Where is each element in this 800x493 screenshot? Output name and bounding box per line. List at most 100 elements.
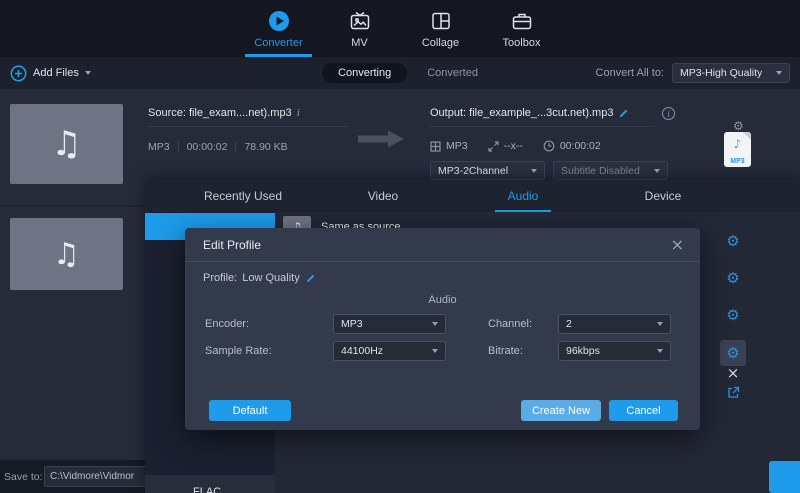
profile-label: Profile: bbox=[203, 272, 237, 284]
tab-converter[interactable]: Converter bbox=[238, 0, 319, 57]
nav-tabs: Converter MV Collage bbox=[238, 0, 562, 57]
add-files-button[interactable]: Add Files bbox=[10, 57, 91, 89]
tab-collage-label: Collage bbox=[422, 37, 459, 49]
mp3-file-icon-label: MP3 bbox=[724, 158, 751, 165]
bitrate-label: Bitrate: bbox=[488, 345, 523, 357]
export-share-icon[interactable] bbox=[727, 386, 740, 399]
file-thumbnail: ♫ bbox=[10, 104, 123, 184]
panel-tab-device[interactable]: Device bbox=[593, 180, 733, 212]
output-format: MP3 bbox=[446, 140, 468, 152]
duration-clock-icon bbox=[543, 140, 555, 152]
convert-all-label: Convert All to: bbox=[596, 67, 664, 79]
modal-header: Edit Profile × bbox=[185, 228, 700, 262]
file-settings-gear-icon[interactable]: ⚙ bbox=[733, 119, 744, 133]
output-info-icon[interactable]: i bbox=[662, 107, 675, 120]
resolution-icon bbox=[488, 141, 499, 152]
profile-settings-gear-icon[interactable]: ⚙ bbox=[718, 344, 748, 362]
divider bbox=[178, 142, 179, 152]
subtitle-select[interactable]: Subtitle Disabled bbox=[553, 161, 668, 180]
edit-pencil-icon[interactable] bbox=[618, 108, 629, 119]
info-icon[interactable]: i bbox=[297, 107, 300, 119]
output-duration: 00:00:02 bbox=[560, 140, 601, 152]
panel-tab-audio[interactable]: Audio bbox=[453, 180, 593, 212]
create-new-button[interactable]: Create New bbox=[521, 400, 601, 421]
caret-down-icon bbox=[432, 349, 438, 353]
edit-pencil-icon[interactable] bbox=[305, 273, 316, 284]
panel-tab-video[interactable]: Video bbox=[313, 180, 453, 212]
caret-down-icon bbox=[531, 169, 537, 173]
top-navigation: Converter MV Collage bbox=[0, 0, 800, 57]
cancel-button[interactable]: Cancel bbox=[609, 400, 678, 421]
divider bbox=[235, 142, 236, 152]
channel-select-value: MP3-2Channel bbox=[438, 165, 508, 177]
convert-all-select[interactable]: MP3-High Quality bbox=[672, 63, 790, 83]
tab-converted[interactable]: Converted bbox=[427, 67, 478, 79]
profile-name-row: Profile: Low Quality bbox=[203, 272, 316, 284]
save-to-label: Save to: bbox=[4, 460, 43, 493]
format-grid-icon bbox=[430, 141, 441, 152]
encoder-label: Encoder: bbox=[205, 318, 249, 330]
file-thumbnail-2: ♫ bbox=[10, 218, 123, 290]
plus-circle-icon bbox=[10, 65, 27, 82]
music-note-icon: ♪ bbox=[724, 137, 751, 151]
panel-tab-recently-used[interactable]: Recently Used bbox=[173, 180, 313, 212]
output-spec-row: MP3 --x-- 00:00:02 bbox=[430, 140, 601, 152]
toolbar: Add Files Converting Converted Convert A… bbox=[0, 57, 800, 89]
bitrate-value: 96kbps bbox=[566, 345, 600, 357]
output-block: Output: file_example_...3cut.net).mp3 bbox=[430, 107, 655, 127]
source-format: MP3 bbox=[148, 141, 170, 153]
edit-profile-modal: Edit Profile × Profile: Low Quality Audi… bbox=[185, 228, 700, 430]
tab-converter-label: Converter bbox=[254, 37, 302, 49]
divider bbox=[148, 126, 348, 127]
profile-settings-gear-icon[interactable]: ⚙ bbox=[718, 232, 748, 250]
profile-settings-gear-icon[interactable]: ⚙ bbox=[718, 269, 748, 287]
source-meta: MP3 00:00:02 78.90 KB bbox=[148, 141, 288, 153]
channel-select[interactable]: MP3-2Channel bbox=[430, 161, 545, 180]
encoder-select[interactable]: MP3 bbox=[333, 314, 446, 334]
tab-converting[interactable]: Converting bbox=[322, 63, 407, 83]
output-filename: Output: file_example_...3cut.net).mp3 bbox=[430, 107, 613, 119]
toolbox-icon bbox=[510, 9, 534, 33]
modal-close-icon[interactable]: × bbox=[671, 237, 684, 253]
bitrate-select[interactable]: 96kbps bbox=[558, 341, 671, 361]
queue-tabs: Converting Converted bbox=[322, 57, 478, 89]
app-window: Converter MV Collage bbox=[0, 0, 800, 493]
convert-arrow-icon bbox=[356, 129, 406, 149]
format-item-flac[interactable]: FLAC bbox=[145, 475, 275, 493]
sample-rate-select[interactable]: 44100Hz bbox=[333, 341, 446, 361]
add-files-label: Add Files bbox=[33, 67, 79, 79]
encoder-value: MP3 bbox=[341, 318, 363, 330]
tab-toolbox-label: Toolbox bbox=[503, 37, 541, 49]
caret-down-icon bbox=[654, 169, 660, 173]
subtitle-select-value: Subtitle Disabled bbox=[561, 165, 640, 177]
channel-select-modal[interactable]: 2 bbox=[558, 314, 671, 334]
default-button[interactable]: Default bbox=[209, 400, 291, 421]
collage-grid-icon bbox=[429, 9, 453, 33]
sample-rate-label: Sample Rate: bbox=[205, 345, 272, 357]
profile-actions-column: ⚙ ⚙ ⚙ ⚙ × bbox=[718, 180, 748, 493]
profile-settings-gear-icon[interactable]: ⚙ bbox=[718, 306, 748, 324]
play-circle-icon bbox=[267, 9, 291, 33]
modal-title: Edit Profile bbox=[203, 238, 261, 252]
profile-panel-tabs: Recently Used Video Audio Device bbox=[145, 180, 800, 212]
divider bbox=[430, 126, 655, 127]
channel-label: Channel: bbox=[488, 318, 532, 330]
convert-all-to: Convert All to: MP3-High Quality bbox=[596, 57, 790, 89]
tab-toolbox[interactable]: Toolbox bbox=[481, 0, 562, 57]
caret-down-icon bbox=[776, 71, 782, 75]
mv-tv-icon bbox=[348, 9, 372, 33]
mp3-file-icon: ♪ MP3 bbox=[724, 132, 751, 167]
convert-all-button[interactable] bbox=[769, 461, 800, 493]
output-resolution: --x-- bbox=[504, 140, 523, 152]
caret-down-icon bbox=[432, 322, 438, 326]
close-panel-icon[interactable]: × bbox=[718, 364, 748, 382]
source-duration: 00:00:02 bbox=[187, 141, 228, 153]
source-size: 78.90 KB bbox=[244, 141, 287, 153]
caret-down-icon bbox=[657, 322, 663, 326]
tab-collage[interactable]: Collage bbox=[400, 0, 481, 57]
caret-down-icon bbox=[85, 71, 91, 75]
tab-mv[interactable]: MV bbox=[319, 0, 400, 57]
channel-value: 2 bbox=[566, 318, 572, 330]
save-path-value: C:\Vidmore\Vidmor bbox=[50, 471, 134, 482]
section-title: Audio bbox=[185, 294, 700, 306]
